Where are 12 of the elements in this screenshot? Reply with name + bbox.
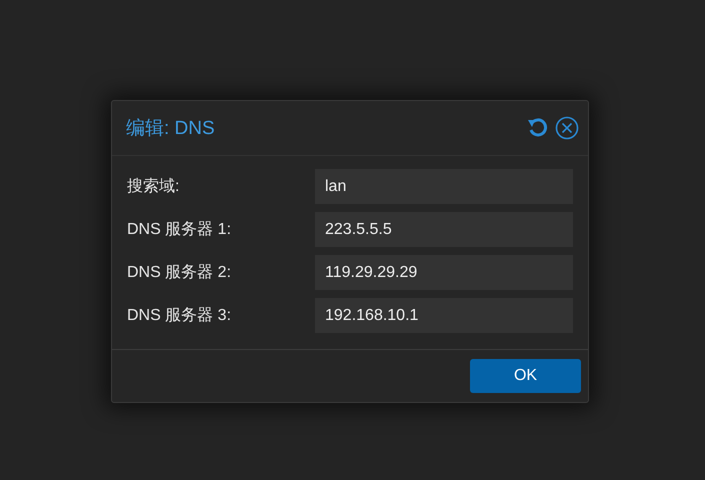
input-field[interactable]: 119.29.29.29: [315, 255, 573, 290]
close-icon[interactable]: [555, 116, 579, 140]
input-field[interactable]: lan: [315, 169, 573, 204]
field-label: 搜索域:: [127, 176, 180, 197]
reset-icon[interactable]: [527, 117, 549, 139]
ok-button[interactable]: OK: [470, 359, 581, 393]
input-field[interactable]: 192.168.10.1: [315, 298, 573, 333]
input-field[interactable]: 223.5.5.5: [315, 212, 573, 247]
field-label: DNS 服务器 2:: [127, 263, 232, 283]
field-label: DNS 服务器 1:: [127, 220, 232, 240]
dialog-title: 编辑: DNS: [126, 117, 216, 141]
field-label: DNS 服务器 3:: [127, 306, 232, 326]
